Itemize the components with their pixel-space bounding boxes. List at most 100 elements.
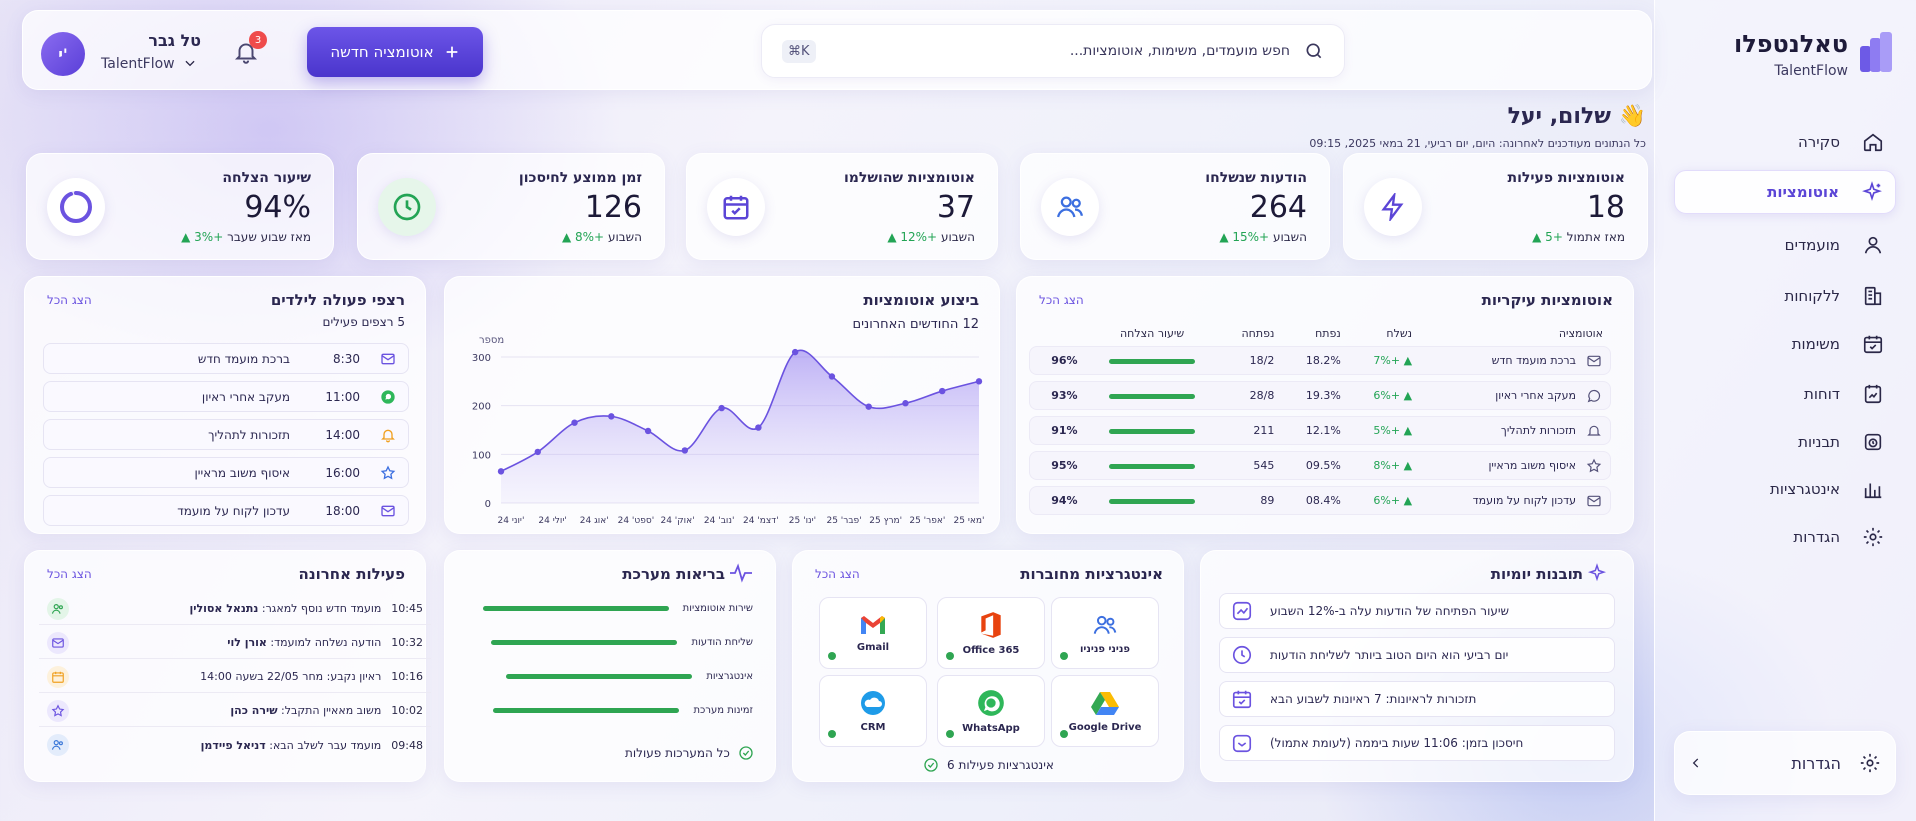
stat-card-time-saved[interactable]: זמן ממוצע לחיסכון 126 השבוע +8% ▲ [357, 153, 665, 260]
app-title: טאלנטפלו [1733, 30, 1848, 58]
sidebar-item-clients[interactable]: ללקוחות [1674, 274, 1896, 318]
activity-row[interactable]: ראיון נקבע: מחר 22/05 בשעה 14:00 10:16 [39, 661, 431, 693]
health-label: שירות אוטומציות [682, 603, 753, 614]
status-dot [946, 730, 954, 738]
view-all-link[interactable]: הצג הכל [815, 567, 860, 581]
integration-tile[interactable]: Office 365 [937, 597, 1045, 669]
topbar: ⌘K אוטומציה חדשה 3 טל גבר TalentFlow י' [22, 10, 1652, 90]
sent-change: +6% [1373, 494, 1401, 507]
people-icon [1091, 612, 1119, 638]
integration-name: CRM [860, 721, 886, 733]
sequence-row[interactable]: 16:00 איסוף משוב מראיין [43, 457, 409, 488]
data-point [939, 387, 946, 395]
status-dot [1060, 730, 1068, 738]
logo-icon [1858, 32, 1894, 76]
search-bar[interactable]: ⌘K [761, 24, 1345, 78]
status-dot [828, 730, 836, 738]
table-row[interactable]: איסוף משוב מראיין ▲ +8% 09.5% 545 95% [1029, 451, 1611, 480]
integrations-footer-text: 6 אינטגרציות פעילות [947, 758, 1054, 772]
integration-name: WhatsApp [962, 722, 1020, 734]
sidebar-item-reports[interactable]: דוחות [1674, 372, 1896, 416]
activity-time: 10:45 [391, 602, 423, 615]
insight-row[interactable]: תזכורות לראיונות: 7 ראיונות לשבוע הבא [1219, 681, 1615, 717]
greeting-subtitle: כל הנתונים מעודכנים לאחרונה: היום, יום ר… [1309, 137, 1646, 150]
wave-icon: 👋 [1618, 104, 1646, 129]
sidebar-item-candidates[interactable]: מועמדים [1674, 223, 1896, 267]
report-icon [1862, 383, 1884, 405]
activity-time: 10:32 [391, 636, 423, 649]
sent-change: +5% [1373, 424, 1401, 437]
view-all-link[interactable]: הצג הכל [47, 293, 92, 307]
table-row[interactable]: ברכת מועמד חדש ▲ +7% 18.2% 18/2 96% [1029, 346, 1611, 375]
sidebar-item-integrations[interactable]: אינטגרציות [1674, 467, 1896, 511]
insight-row[interactable]: שיעור הפתיחה של הודעות עלה ב-12% השבוע [1219, 593, 1615, 629]
sidebar-item-overview[interactable]: סקירה [1674, 120, 1896, 164]
area-fill [501, 350, 979, 503]
sequence-row[interactable]: 14:00 תזכורות לתהליך [43, 419, 409, 450]
sidebar-item-automations[interactable]: אוטומציות [1674, 170, 1896, 214]
stat-card-messages[interactable]: הודעות שנשלחו 264 השבוע +15% ▲ [1020, 153, 1330, 260]
integration-tile[interactable]: WhatsApp [937, 675, 1045, 747]
sparkle-icon [1861, 181, 1883, 203]
settings-card[interactable]: הגדרות [1674, 731, 1896, 795]
insight-text: שיעור הפתיחה של הודעות עלה ב-12% השבוע [1270, 604, 1510, 618]
sequence-row[interactable]: 8:30 ברכת מועמד חדש [43, 343, 409, 374]
table-row[interactable]: תזכורות לתהליך ▲ +5% 12.1% 211 91% [1029, 416, 1611, 445]
col-opened: נפתח [1315, 327, 1341, 340]
y-tick-label: 300 [472, 353, 491, 364]
stat-card-success-rate[interactable]: שיעור הצלחה 94% מאז שבוע שעבר +3% ▲ [26, 153, 334, 260]
cloud-icon [858, 690, 888, 716]
search-input[interactable] [829, 43, 1290, 59]
table-row[interactable]: עדכון לקוח על מועמד ▲ +6% 08.4% 89 94% [1029, 486, 1611, 515]
insight-row[interactable]: חיסכון בזמן: 11:06 שעות ביממה (לעומת אתמ… [1219, 725, 1615, 761]
calendar-icon [47, 665, 69, 688]
health-footer-text: כל המערכות פעולות [625, 746, 730, 760]
drive-icon [1091, 690, 1119, 716]
table-row[interactable]: מעקב אחרי ראיון ▲ +6% 19.3% 28/8 93% [1029, 381, 1611, 410]
x-tick-label: נוב' 24' [704, 516, 735, 526]
sequence-time: 11:00 [325, 389, 360, 404]
count: 89 [1218, 486, 1283, 515]
activity-row[interactable]: משוב מאאיין התקבל: שירה כהן 10:02 [39, 695, 431, 727]
y-tick-label: 0 [485, 499, 491, 510]
new-automation-label: אוטומציה חדשה [330, 43, 434, 61]
star-icon [380, 464, 396, 481]
plus-icon [444, 44, 460, 60]
success-bar [1109, 463, 1196, 469]
stat-card-completed[interactable]: אוטומציות שהושלמו 37 השבוע +12% ▲ [686, 153, 998, 260]
health-row: שירות אוטומציות [463, 603, 753, 614]
sequence-row[interactable]: 18:00 עדכון לקוח על מועמד [43, 495, 409, 526]
user-name: טל גבר [148, 31, 201, 50]
activity-row[interactable]: מועמד עבר לשלב הבא: דניאל פיידמן 09:48 [39, 729, 431, 761]
sequence-time: 8:30 [333, 351, 360, 366]
sidebar-item-templates[interactable]: תבניות [1674, 420, 1896, 464]
success-bar [1109, 358, 1196, 364]
integration-tile[interactable]: פניני פניניו [1051, 597, 1159, 669]
new-automation-button[interactable]: אוטומציה חדשה [307, 27, 483, 77]
integrations-footer: 6 אינטגרציות פעילות [923, 757, 1054, 773]
check-circle-icon [738, 745, 754, 761]
chevron-left-icon[interactable] [1689, 756, 1703, 770]
insight-row[interactable]: יום רביעי הוא היום הטוב ביותר לשליחת הוד… [1219, 637, 1615, 673]
data-point [681, 447, 689, 454]
avatar[interactable]: י' [41, 32, 85, 76]
integration-tile[interactable]: Google Drive [1051, 675, 1159, 747]
integration-tile[interactable]: CRM [819, 675, 927, 747]
sidebar-item-tasks[interactable]: משימות [1674, 322, 1896, 366]
x-tick-label: ספט' 24' [618, 516, 655, 526]
sequence-name: עדכון לקוח על מועמד [177, 503, 290, 518]
sidebar-item-settings[interactable]: הגדרות [1674, 515, 1896, 559]
integration-tile[interactable]: Gmail [819, 597, 927, 669]
sent-change: +6% [1373, 389, 1401, 402]
view-all-link[interactable]: הצג הכל [1039, 293, 1084, 307]
sidebar-item-label: אינטגרציות [1770, 480, 1840, 498]
stat-label: הודעות שנשלחו [1205, 170, 1307, 186]
activity-row[interactable]: מועמד חדש נוסף למאגר: נתנאל אסולין 10:45 [39, 593, 431, 625]
sequence-row[interactable]: 11:00 מעקב אחרי ראיון [43, 381, 409, 412]
chevron-down-icon[interactable] [183, 56, 197, 70]
activity-row[interactable]: הודעה נשלחה למועמד: אורן לוי 10:32 [39, 627, 431, 659]
stat-card-active[interactable]: אוטומציות פעילות 18 מאז אתמול +5 ▲ [1343, 153, 1648, 260]
view-all-link[interactable]: הצג הכל [47, 567, 92, 581]
activity-text: ראיון נקבע: מחר 22/05 בשעה 14:00 [200, 670, 382, 683]
users-icon [1041, 178, 1099, 236]
